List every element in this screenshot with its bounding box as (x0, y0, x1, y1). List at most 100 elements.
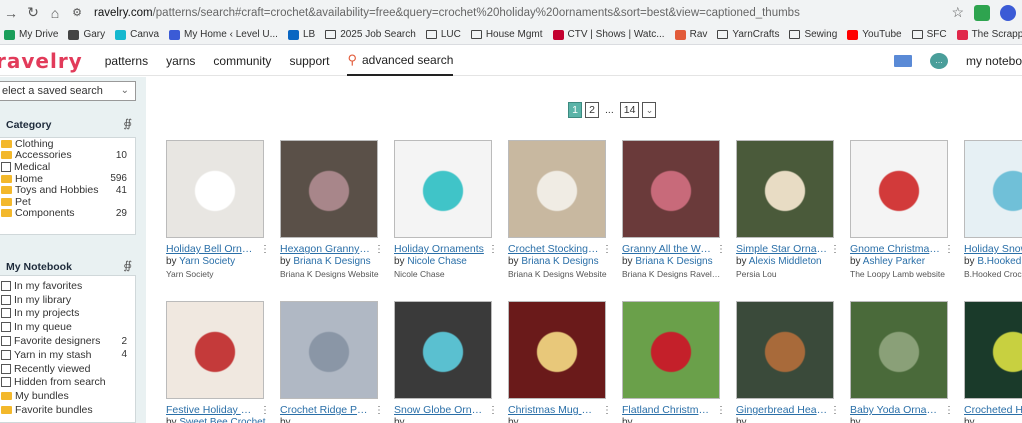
pattern-card[interactable]: Granny All the Way Or...⋮by Briana K Des… (622, 140, 726, 279)
checkbox[interactable] (1, 280, 11, 291)
pattern-title-link[interactable]: Snow Globe Ornaments (394, 404, 486, 416)
more-options-icon[interactable]: ⋮ (830, 244, 840, 255)
more-options-icon[interactable]: ⋮ (944, 405, 954, 416)
page-1[interactable]: 1 (568, 102, 582, 118)
nav-yarns[interactable]: yarns (166, 46, 195, 76)
pattern-thumbnail[interactable] (964, 140, 1022, 238)
designer-link[interactable]: Briana K Designs (635, 256, 712, 267)
filter-row[interactable]: Home 596 (0, 173, 135, 185)
more-options-icon[interactable]: ⋮ (716, 244, 726, 255)
checkbox[interactable] (1, 322, 11, 333)
pattern-card[interactable]: Crochet Ridge Pumpkin⋮by (280, 301, 384, 423)
pattern-title-link[interactable]: Holiday Bell Ornament (166, 243, 258, 255)
checkbox[interactable] (1, 308, 11, 319)
bookmark-item[interactable]: Gary (68, 29, 105, 40)
designer-link[interactable]: Sweet Bee Crochet (179, 417, 265, 423)
pattern-title-link[interactable]: Simple Star Ornaments (736, 243, 828, 255)
pattern-thumbnail[interactable] (394, 140, 492, 238)
bookmark-item[interactable]: My Home ‹ Level U... (169, 29, 278, 40)
extension-icon[interactable] (974, 4, 990, 21)
filter-row[interactable]: My bundles (0, 389, 135, 403)
pattern-title-link[interactable]: Crochet Ridge Pumpkin (280, 404, 372, 416)
checkbox[interactable] (1, 349, 11, 360)
designer-link[interactable]: Yarn Society (179, 256, 235, 267)
bookmark-item[interactable]: CTV | Shows | Watc... (552, 29, 665, 40)
pattern-thumbnail[interactable] (166, 301, 264, 399)
bookmark-item[interactable]: YarnCrafts (717, 29, 779, 40)
more-options-icon[interactable]: ⋮ (260, 244, 270, 255)
more-options-icon[interactable]: ⋮ (374, 405, 384, 416)
pattern-thumbnail[interactable] (736, 140, 834, 238)
collapse-category-icon[interactable]: ∯ (123, 117, 132, 130)
nav-advanced-search[interactable]: ⚲ advanced search (347, 46, 454, 76)
site-settings-icon[interactable]: ⚙ (66, 2, 88, 24)
filter-row[interactable]: In my projects (0, 307, 135, 321)
designer-link[interactable]: Nicole Chase (407, 256, 466, 267)
pattern-title-link[interactable]: Crochet Stocking + G... (508, 243, 600, 255)
pattern-card[interactable]: Festive Holiday Bauble⋮by Sweet Bee Croc… (166, 301, 270, 423)
page-last[interactable]: 14 (619, 102, 640, 118)
checkbox[interactable] (1, 161, 11, 172)
more-options-icon[interactable]: ⋮ (716, 405, 726, 416)
pattern-title-link[interactable]: Crocheted Holi... (964, 404, 1022, 416)
pattern-title-link[interactable]: Holiday Snowfl... (964, 243, 1022, 255)
pattern-thumbnail[interactable] (280, 301, 378, 399)
back-arrow-icon[interactable]: → (0, 2, 22, 24)
more-options-icon[interactable]: ⋮ (602, 244, 612, 255)
home-icon[interactable]: ⌂ (44, 2, 66, 24)
pattern-title-link[interactable]: Hexagon Granny Orn... (280, 243, 372, 255)
pattern-thumbnail[interactable] (850, 140, 948, 238)
pattern-card[interactable]: Holiday Ornaments ⋮ by Nicole Chase Nicole … (394, 140, 498, 279)
filter-row[interactable]: Clothing (0, 138, 135, 150)
designer-link[interactable]: B.Hooked Cr... (977, 256, 1022, 267)
pattern-card[interactable]: Crochet Stocking + G...⋮by Briana K Desi… (508, 140, 612, 279)
more-options-icon[interactable]: ⋮ (488, 405, 498, 416)
pattern-thumbnail[interactable] (964, 301, 1022, 399)
pattern-card[interactable]: Snow Globe Ornaments⋮by (394, 301, 498, 423)
more-options-icon[interactable]: ⋮ (830, 405, 840, 416)
bookmark-item[interactable]: LB (287, 29, 315, 40)
bookmark-item[interactable]: Rav (674, 29, 707, 40)
page-2[interactable]: 2 (585, 102, 599, 118)
pattern-thumbnail[interactable] (166, 140, 264, 238)
bookmark-item[interactable]: YouTube (847, 29, 902, 40)
more-options-icon[interactable]: ⋮ (944, 244, 954, 255)
filter-row[interactable]: Hidden from search (0, 376, 135, 390)
bookmark-item[interactable]: House Mgmt (470, 29, 543, 40)
bookmark-item[interactable]: Canva (115, 29, 159, 40)
pattern-title-link[interactable]: Gnome Christmas Tre... (850, 243, 942, 255)
checkbox[interactable] (1, 336, 11, 347)
pattern-card[interactable]: Gingerbread Heart Or...⋮by (736, 301, 840, 423)
designer-link[interactable]: Ashley Parker (863, 256, 925, 267)
pattern-card[interactable]: Holiday Bell Ornament⋮by Yarn SocietyYar… (166, 140, 270, 279)
pattern-title-link[interactable]: Gingerbread Heart Or... (736, 404, 828, 416)
pattern-card[interactable]: Gnome Christmas Tre...⋮by Ashley ParkerT… (850, 140, 954, 279)
pattern-thumbnail[interactable] (394, 301, 492, 399)
filter-row[interactable]: Yarn in my stash 4 (0, 348, 135, 362)
more-options-icon[interactable]: ⋮ (260, 405, 270, 416)
pattern-thumbnail[interactable] (622, 301, 720, 399)
pattern-card[interactable]: Crocheted Holi...⋮by (964, 301, 1022, 423)
pattern-title-link[interactable]: Christmas Mug Orna... (508, 404, 600, 416)
bookmark-item[interactable]: Sewing (789, 29, 837, 40)
nav-patterns[interactable]: patterns (105, 46, 148, 76)
pattern-card[interactable]: Flatland Christmas Ba...⋮by (622, 301, 726, 423)
bookmark-item[interactable]: The Scrappy Flower... (956, 29, 1022, 40)
filter-row[interactable]: Accessories 10 (0, 149, 135, 161)
pattern-thumbnail[interactable] (508, 301, 606, 399)
url-field[interactable]: ravelry.com/patterns/search#craft=croche… (94, 7, 914, 19)
chat-icon[interactable]: … (929, 53, 948, 69)
checkbox[interactable] (1, 377, 11, 388)
filter-row[interactable]: Recently viewed (0, 362, 135, 376)
designer-link[interactable]: Briana K Designs (521, 256, 598, 267)
bookmark-item[interactable]: LUC (425, 29, 461, 40)
filter-row[interactable]: Medical (0, 161, 135, 173)
filter-row[interactable]: In my queue (0, 320, 135, 334)
pattern-title-link[interactable]: Festive Holiday Bauble (166, 404, 258, 416)
filter-row[interactable]: In my library (0, 293, 135, 307)
more-options-icon[interactable]: ⋮ (374, 244, 384, 255)
bookmark-item[interactable]: SFC (911, 29, 947, 40)
pattern-title-link[interactable]: Flatland Christmas Ba... (622, 404, 714, 416)
pattern-title-link[interactable]: Granny All the Way Or... (622, 243, 714, 255)
pattern-card[interactable]: Hexagon Granny Orn...⋮by Briana K Design… (280, 140, 384, 279)
